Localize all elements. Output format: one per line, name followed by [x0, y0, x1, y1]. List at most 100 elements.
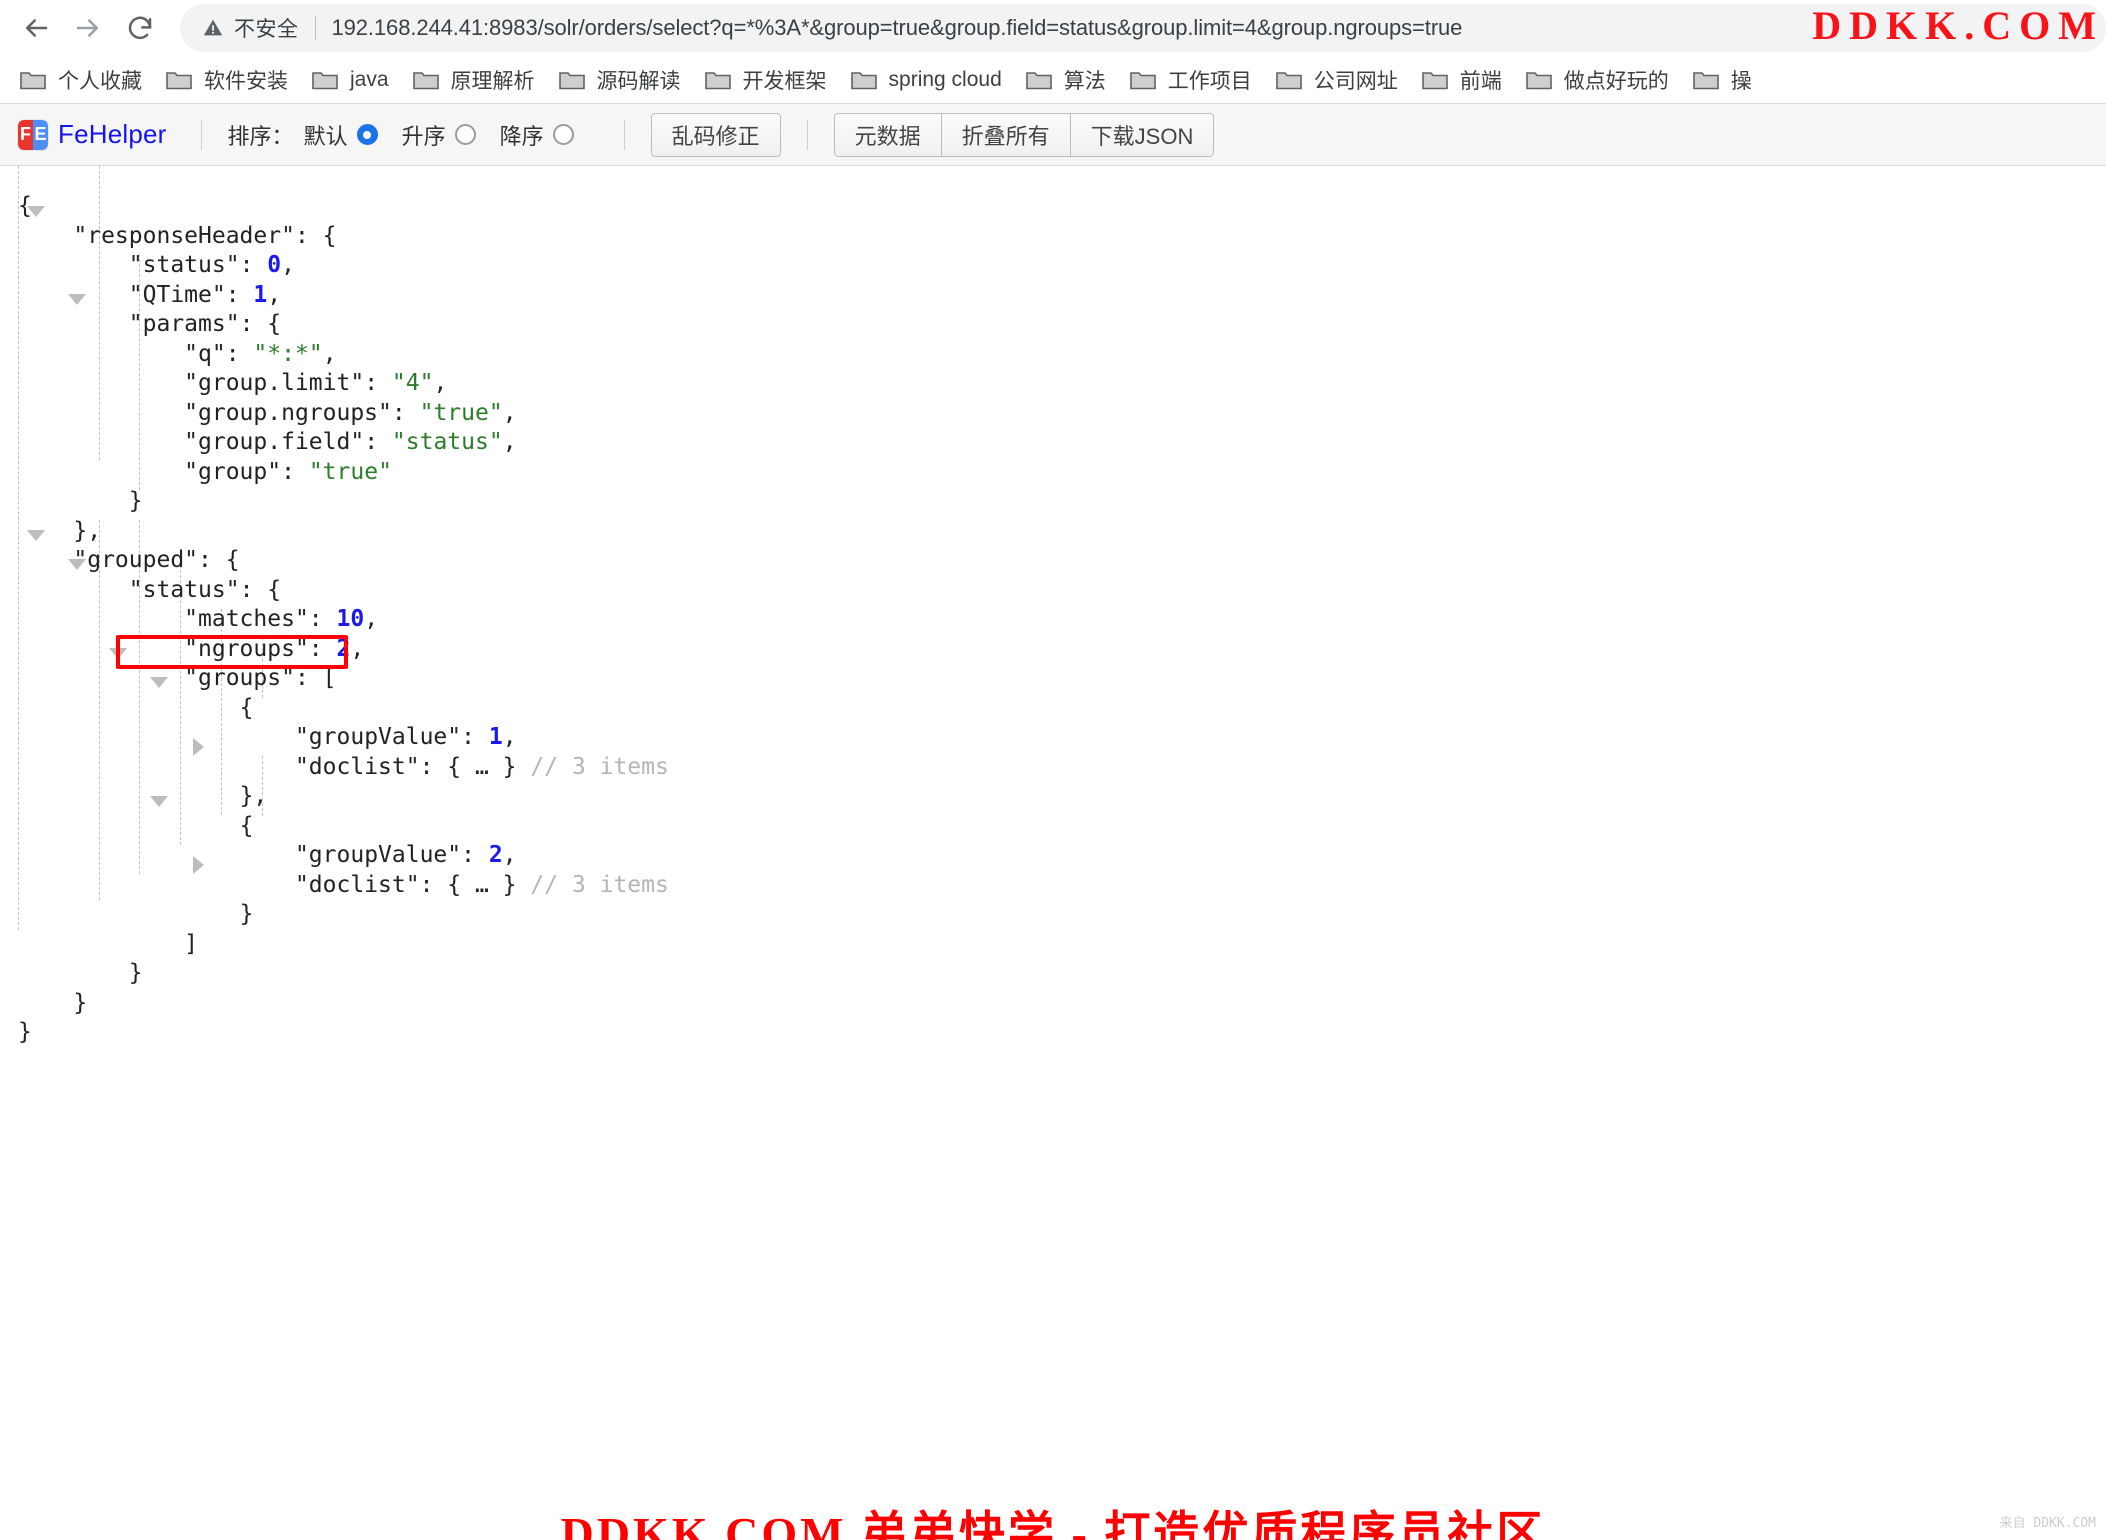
json-line-highlighted: "ngroups": 2, [184, 635, 365, 662]
watermark-bottom-sub: 来自 DDKK.COM [1999, 1515, 2096, 1531]
insecure-label: 不安全 [234, 18, 299, 41]
value-groupvalue-0: 1 [488, 724, 503, 750]
value-group-ngroups-param: true [433, 399, 489, 426]
bookmark-label: 算法 [1063, 69, 1106, 93]
bookmark-label: 前端 [1459, 69, 1502, 93]
browser-chrome: 不安全 192.168.244.41:8983/solr/orders/sele… [0, 0, 2106, 104]
json-viewer: { "responseHeader": { "status": 0, "QTim… [0, 166, 2106, 1540]
json-line: "responseHeader": { [73, 222, 337, 249]
fix-encoding-button[interactable]: 乱码修正 [650, 112, 781, 157]
json-line: "q": "*:*", [184, 340, 337, 367]
bookmark-item[interactable]: 前端 [1410, 60, 1514, 100]
folder-icon [1275, 69, 1302, 90]
doclist-item-count-0: 3 items [571, 753, 669, 780]
navigation-bar: 不安全 192.168.244.41:8983/solr/orders/sele… [0, 0, 2106, 56]
bookmark-item[interactable]: 公司网址 [1264, 60, 1410, 100]
bookmark-item[interactable]: 开发框架 [693, 60, 839, 100]
folder-icon [1129, 69, 1156, 90]
bookmarks-bar: 个人收藏 软件安装 java 原理解析 源码解读 开发框架 spring clo… [0, 56, 2106, 104]
folder-icon [20, 69, 46, 90]
json-line: "grouped": { [73, 547, 240, 573]
json-line: "group.field": "status", [184, 429, 517, 455]
json-line: "groupValue": 2, [294, 842, 517, 868]
bookmark-item[interactable]: 算法 [1014, 60, 1118, 100]
bookmark-item[interactable]: spring cloud [839, 60, 1014, 100]
warning-triangle-icon [202, 17, 224, 39]
bookmark-item[interactable]: 软件安装 [154, 60, 300, 100]
json-line: "doclist": { … } // 3 items [294, 753, 669, 780]
bookmark-label: 做点好玩的 [1563, 69, 1669, 93]
folder-icon [704, 69, 731, 90]
value-params-q: *:* [267, 340, 309, 367]
fehelper-brand[interactable]: F E FeHelper [10, 119, 175, 150]
sort-option-label: 降序 [499, 123, 544, 149]
omnibox-divider [314, 16, 316, 40]
json-line: { [239, 694, 254, 721]
arrow-left-icon [26, 19, 48, 37]
doclist-item-count-1: 3 items [571, 871, 669, 898]
collapse-all-button[interactable]: 折叠所有 [941, 113, 1071, 156]
value-ngroups: 2 [336, 635, 351, 662]
json-line: } [128, 960, 143, 986]
bookmark-item[interactable]: 做点好玩的 [1514, 60, 1681, 100]
bookmark-label: spring cloud [888, 67, 1002, 91]
metadata-button[interactable]: 元数据 [834, 113, 942, 156]
bookmark-label: 源码解读 [596, 69, 681, 93]
folder-icon [850, 69, 877, 90]
forward-button[interactable] [62, 2, 114, 54]
fehelper-title: FeHelper [58, 119, 167, 149]
bookmark-item[interactable]: java [300, 60, 401, 100]
value-responseHeader-qtime: 1 [253, 281, 268, 308]
bookmark-item[interactable]: 源码解读 [547, 60, 693, 100]
json-line: } [128, 488, 143, 514]
bookmark-label: 开发框架 [742, 69, 827, 93]
folder-icon [1025, 69, 1052, 90]
folder-icon [1525, 69, 1552, 90]
radio-desc-icon[interactable] [552, 124, 574, 145]
json-line: "groupValue": 1, [294, 724, 517, 750]
json-line: "status": 0, [128, 252, 295, 278]
value-groupvalue-1: 2 [488, 842, 503, 868]
sort-option-desc[interactable]: 降序 [500, 119, 574, 151]
fehelper-toolbar: F E FeHelper 排序： 默认 升序 降序 乱码修正 元数据 折叠所有 … [0, 104, 2106, 166]
json-line: } [18, 1019, 32, 1045]
json-line: "QTime": 1, [128, 281, 282, 308]
json-line: } [239, 901, 254, 927]
download-json-button[interactable]: 下载JSON [1070, 113, 1214, 156]
sort-option-default[interactable]: 默认 [304, 119, 378, 151]
logo-letter-e: E [33, 119, 48, 150]
bookmark-item[interactable]: 个人收藏 [8, 60, 154, 100]
bookmark-item[interactable]: 操 [1681, 60, 1764, 100]
json-line: ] [184, 930, 199, 957]
bookmark-item[interactable]: 工作项目 [1118, 60, 1264, 100]
value-responseHeader-status: 0 [267, 252, 282, 278]
json-line: { [18, 193, 32, 219]
folder-icon [312, 69, 338, 90]
radio-asc-icon[interactable] [454, 124, 476, 145]
folder-icon [166, 69, 192, 90]
reload-button[interactable] [114, 2, 166, 54]
folder-icon [558, 69, 585, 90]
back-button[interactable] [10, 2, 62, 54]
bookmark-item[interactable]: 原理解析 [401, 60, 547, 100]
reload-icon [128, 16, 152, 40]
json-line: } [73, 989, 88, 1016]
bookmark-label: 个人收藏 [58, 69, 142, 93]
bookmark-label: 原理解析 [450, 69, 535, 93]
omnibox[interactable]: 不安全 192.168.244.41:8983/solr/orders/sele… [180, 4, 2106, 52]
json-line: { [239, 812, 254, 839]
arrow-right-icon [76, 19, 98, 37]
sort-option-label: 默认 [303, 123, 348, 149]
action-button-group: 元数据 折叠所有 下载JSON [833, 112, 1215, 157]
json-line: "doclist": { … } // 3 items [294, 871, 669, 898]
toolbar-divider-3 [806, 119, 808, 150]
value-matches: 10 [336, 606, 365, 632]
json-line: "params": { [128, 311, 282, 337]
folder-icon [412, 69, 439, 90]
sort-control-group: 排序： 默认 升序 降序 [228, 119, 598, 151]
value-group: true [322, 458, 379, 485]
sort-option-asc[interactable]: 升序 [402, 119, 476, 151]
radio-default-icon[interactable] [356, 124, 378, 145]
url-text: 192.168.244.41:8983/solr/orders/select?q… [331, 15, 1463, 40]
json-line: "group.limit": "4", [184, 370, 448, 396]
